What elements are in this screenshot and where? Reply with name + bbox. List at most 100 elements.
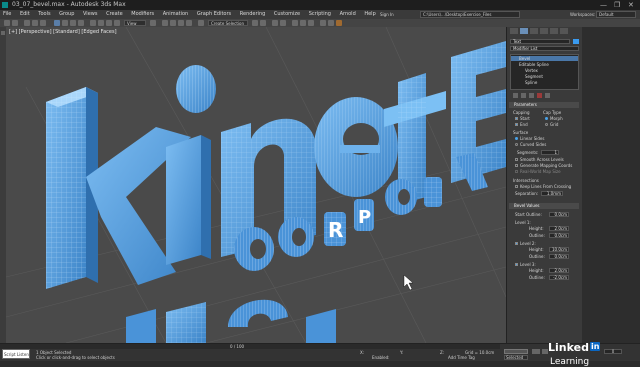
material-editor-icon[interactable] [308, 20, 314, 26]
level1-outline-field[interactable]: 0.0cm [549, 233, 569, 238]
linear-sides-radio[interactable] [515, 137, 518, 140]
named-selection-sets-field[interactable]: Create Selection Se [208, 20, 248, 32]
make-unique-icon[interactable] [529, 93, 534, 98]
menu-help[interactable]: Help [364, 10, 375, 19]
key-filter-dropdown[interactable]: Selected [504, 355, 528, 360]
rotate-icon[interactable] [98, 20, 104, 26]
create-tab-icon[interactable] [510, 28, 518, 34]
parameters-rollout-header[interactable]: Parameters [509, 102, 579, 108]
stack-item-spline[interactable]: Spline [525, 80, 537, 85]
utilities-tab-icon[interactable] [560, 28, 568, 34]
smooth-across-levels-checkbox[interactable] [515, 158, 518, 161]
auto-key-button[interactable] [504, 349, 528, 354]
script-listener-box[interactable]: Script Listener [2, 349, 30, 359]
schematic-view-icon[interactable] [300, 20, 306, 26]
edit-named-selection-icon[interactable] [198, 20, 204, 26]
menu-customize[interactable]: Customize [274, 10, 300, 19]
remove-modifier-icon[interactable] [537, 93, 542, 98]
text-object-kinet[interactable] [46, 41, 506, 289]
curve-editor-icon[interactable] [292, 20, 298, 26]
end-checkbox[interactable] [515, 123, 518, 126]
start-checkbox[interactable] [515, 117, 518, 120]
viewport-label[interactable]: [+] [Perspective] [Standard] [Edged Face… [9, 29, 117, 35]
snaps-toggle-icon[interactable] [162, 20, 168, 26]
undo-icon[interactable] [4, 20, 10, 26]
level3-checkbox[interactable] [515, 263, 518, 266]
level2-outline-field[interactable]: 0.0cm [549, 254, 569, 259]
pin-stack-icon[interactable] [513, 93, 518, 98]
keep-lines-checkbox[interactable] [515, 185, 518, 188]
select-by-name-icon[interactable] [62, 20, 68, 26]
object-color-swatch[interactable] [573, 39, 579, 44]
unlink-icon[interactable] [32, 20, 38, 26]
motion-tab-icon[interactable] [540, 28, 548, 34]
align-icon[interactable] [260, 20, 266, 26]
level1-height-field[interactable]: 2.0cm [549, 226, 569, 231]
display-tab-icon[interactable] [550, 28, 558, 34]
sign-in-link[interactable]: Sign In [380, 10, 394, 19]
level3-outline-field[interactable]: -2.0cm [549, 275, 569, 280]
bevel-values-rollout-header[interactable]: Bevel Values [509, 203, 579, 209]
generate-mapping-checkbox[interactable] [515, 164, 518, 167]
render-setup-icon[interactable] [320, 20, 326, 26]
time-slider[interactable] [0, 344, 500, 349]
hierarchy-tab-icon[interactable] [530, 28, 538, 34]
menu-views[interactable]: Views [83, 10, 97, 19]
scale-icon[interactable] [106, 20, 112, 26]
menu-scripting[interactable]: Scripting [309, 10, 331, 19]
bind-space-warp-icon[interactable] [40, 20, 46, 26]
project-path-field[interactable]: C:\Users\...\Desktop\Exercise_Files [420, 11, 520, 18]
menu-create[interactable]: Create [106, 10, 123, 19]
select-object-icon[interactable] [54, 20, 60, 26]
maximize-button[interactable]: ❐ [614, 0, 620, 10]
start-outline-field[interactable]: 0.0cm [549, 212, 569, 217]
menu-file[interactable]: File [3, 10, 11, 19]
spinner-snap-icon[interactable] [186, 20, 192, 26]
rendered-frame-window-icon[interactable] [328, 20, 334, 26]
stack-item-segment[interactable]: Segment [525, 74, 543, 79]
modifier-list-dropdown[interactable]: Modifier List [510, 46, 579, 51]
show-end-result-icon[interactable] [521, 93, 526, 98]
minimize-button[interactable]: — [600, 0, 607, 10]
object-name-field[interactable]: Text [510, 39, 570, 44]
set-key-icon[interactable] [532, 349, 540, 354]
menu-animation[interactable]: Animation [163, 10, 189, 19]
menu-edit[interactable]: Edit [20, 10, 30, 19]
redo-icon[interactable] [12, 20, 18, 26]
segments-field[interactable]: 1 [541, 150, 559, 155]
modify-tab-icon[interactable] [520, 28, 528, 34]
stack-item-editable-spline[interactable]: Editable Spline [519, 62, 549, 67]
pivot-center-icon[interactable] [150, 20, 156, 26]
move-icon[interactable] [90, 20, 96, 26]
perspective-viewport[interactable]: [+] [Perspective] [Standard] [Edged Face… [6, 27, 506, 343]
level3-height-field[interactable]: 2.0cm [549, 268, 569, 273]
menu-arnold[interactable]: Arnold [340, 10, 356, 19]
mirror-icon[interactable] [252, 20, 258, 26]
close-button[interactable]: ✕ [628, 0, 634, 10]
render-production-icon[interactable] [336, 20, 342, 26]
menu-rendering[interactable]: Rendering [240, 10, 266, 19]
separation-field[interactable]: 1.0mm [541, 191, 563, 196]
stack-item-vertex[interactable]: Vertex [525, 68, 538, 73]
percent-snap-icon[interactable] [178, 20, 184, 26]
reference-coordinate-dropdown[interactable]: View [124, 20, 146, 26]
level2-checkbox[interactable] [515, 242, 518, 245]
link-icon[interactable] [24, 20, 30, 26]
menu-modifiers[interactable]: Modifiers [131, 10, 154, 19]
curved-sides-radio[interactable] [515, 143, 518, 146]
menu-graph-editors[interactable]: Graph Editors [197, 10, 231, 19]
level2-height-field[interactable]: 10.0cm [549, 247, 569, 252]
menu-group[interactable]: Group [59, 10, 74, 19]
stack-item-bevel[interactable]: Bevel [519, 56, 530, 61]
angle-snap-icon[interactable] [170, 20, 176, 26]
modifier-stack[interactable]: Bevel Editable Spline Vertex Segment Spl… [510, 54, 579, 90]
scene-explorer-icon[interactable] [272, 20, 278, 26]
workspace-dropdown[interactable]: Default [596, 11, 636, 18]
menu-tools[interactable]: Tools [38, 10, 50, 19]
grid-radio[interactable] [545, 123, 548, 126]
window-crossing-icon[interactable] [78, 20, 84, 26]
placement-icon[interactable] [114, 20, 120, 26]
layout-tab-icon[interactable] [1, 31, 5, 35]
rectangular-selection-icon[interactable] [70, 20, 76, 26]
real-world-map-checkbox[interactable] [515, 170, 518, 173]
